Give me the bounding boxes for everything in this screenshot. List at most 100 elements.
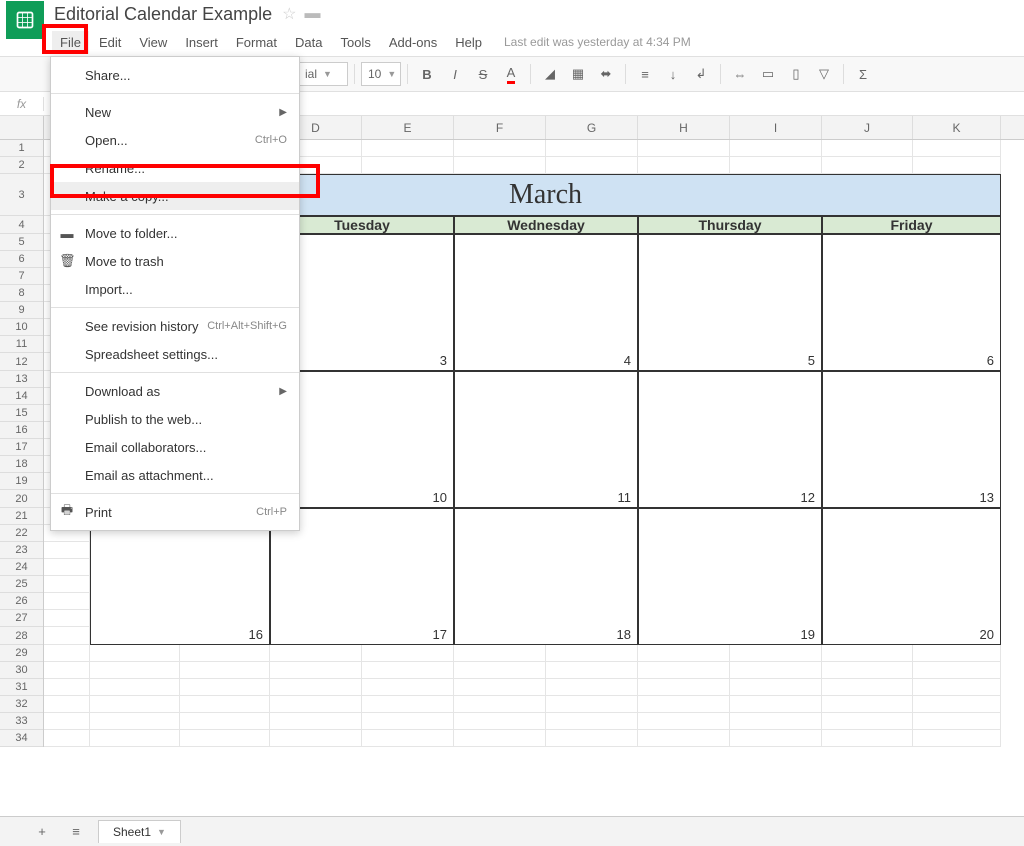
- column-header[interactable]: J: [822, 116, 913, 139]
- file-rename[interactable]: Rename...: [51, 154, 299, 182]
- row-header[interactable]: 17: [0, 439, 43, 456]
- column-header[interactable]: E: [362, 116, 454, 139]
- file-download[interactable]: Download as▶: [51, 377, 299, 405]
- column-header[interactable]: G: [546, 116, 638, 139]
- v-align-button[interactable]: ↓: [660, 61, 686, 87]
- file-publish[interactable]: Publish to the web...: [51, 405, 299, 433]
- row-header[interactable]: 12: [0, 353, 43, 371]
- row-header[interactable]: 4: [0, 216, 43, 234]
- comment-button[interactable]: ▭: [755, 61, 781, 87]
- column-header[interactable]: F: [454, 116, 546, 139]
- row-header[interactable]: 32: [0, 696, 43, 713]
- row-header[interactable]: 33: [0, 713, 43, 730]
- filter-button[interactable]: ▽: [811, 61, 837, 87]
- menu-tools[interactable]: Tools: [332, 31, 378, 54]
- functions-button[interactable]: Σ: [850, 61, 876, 87]
- row-header[interactable]: 8: [0, 285, 43, 302]
- row-header[interactable]: 24: [0, 559, 43, 576]
- calendar-cell[interactable]: 5: [638, 234, 822, 371]
- folder-icon[interactable]: ▬: [304, 5, 320, 23]
- wrap-button[interactable]: ↲: [688, 61, 714, 87]
- row-header[interactable]: 31: [0, 679, 43, 696]
- strike-button[interactable]: S: [470, 61, 496, 87]
- column-header[interactable]: I: [730, 116, 822, 139]
- row-header[interactable]: 19: [0, 473, 43, 490]
- column-header[interactable]: K: [913, 116, 1001, 139]
- row-header[interactable]: 22: [0, 525, 43, 542]
- calendar-cell[interactable]: 6: [822, 234, 1001, 371]
- row-header[interactable]: 1: [0, 140, 43, 157]
- sheet-menu-arrow-icon[interactable]: ▼: [157, 827, 166, 837]
- calendar-cell[interactable]: 20: [822, 508, 1001, 645]
- file-settings[interactable]: Spreadsheet settings...: [51, 340, 299, 368]
- add-sheet-button[interactable]: +: [30, 820, 54, 844]
- menu-help[interactable]: Help: [447, 31, 490, 54]
- row-header[interactable]: 13: [0, 371, 43, 388]
- row-header[interactable]: 25: [0, 576, 43, 593]
- row-header[interactable]: 3: [0, 174, 43, 216]
- calendar-cell[interactable]: 11: [454, 371, 638, 508]
- file-open[interactable]: Open...Ctrl+O: [51, 126, 299, 154]
- file-move-trash[interactable]: 🗑Move to trash: [51, 247, 299, 275]
- calendar-cell[interactable]: 13: [822, 371, 1001, 508]
- select-all-corner[interactable]: [0, 116, 44, 139]
- calendar-cell[interactable]: 4: [454, 234, 638, 371]
- row-header[interactable]: 7: [0, 268, 43, 285]
- row-header[interactable]: 26: [0, 593, 43, 610]
- file-email-collab[interactable]: Email collaborators...: [51, 433, 299, 461]
- menu-file[interactable]: File: [52, 31, 89, 54]
- bold-button[interactable]: B: [414, 61, 440, 87]
- file-share[interactable]: Share...: [51, 61, 299, 89]
- row-header[interactable]: 34: [0, 730, 43, 747]
- text-color-button[interactable]: A: [498, 61, 524, 87]
- menu-view[interactable]: View: [131, 31, 175, 54]
- file-email-attach[interactable]: Email as attachment...: [51, 461, 299, 489]
- borders-button[interactable]: ▦: [565, 61, 591, 87]
- sheets-logo[interactable]: [6, 1, 44, 39]
- row-header[interactable]: 6: [0, 251, 43, 268]
- row-header[interactable]: 30: [0, 662, 43, 679]
- calendar-day-thursday[interactable]: Thursday: [638, 216, 822, 234]
- fill-color-button[interactable]: ◢: [537, 61, 563, 87]
- row-header[interactable]: 27: [0, 610, 43, 627]
- row-header[interactable]: 5: [0, 234, 43, 251]
- menu-edit[interactable]: Edit: [91, 31, 129, 54]
- file-revision-history[interactable]: See revision historyCtrl+Alt+Shift+G: [51, 312, 299, 340]
- menu-insert[interactable]: Insert: [177, 31, 226, 54]
- row-header[interactable]: 9: [0, 302, 43, 319]
- row-header[interactable]: 10: [0, 319, 43, 336]
- menu-format[interactable]: Format: [228, 31, 285, 54]
- row-header[interactable]: 20: [0, 490, 43, 508]
- font-picker[interactable]: ial▼: [298, 62, 348, 86]
- row-header[interactable]: 16: [0, 422, 43, 439]
- row-header[interactable]: 23: [0, 542, 43, 559]
- merge-button[interactable]: ⬌: [593, 61, 619, 87]
- row-header[interactable]: 29: [0, 645, 43, 662]
- last-edit-text[interactable]: Last edit was yesterday at 4:34 PM: [504, 35, 691, 49]
- menu-data[interactable]: Data: [287, 31, 330, 54]
- star-icon[interactable]: ☆: [282, 4, 296, 24]
- calendar-day-friday[interactable]: Friday: [822, 216, 1001, 234]
- calendar-cell[interactable]: 12: [638, 371, 822, 508]
- document-title[interactable]: Editorial Calendar Example: [54, 4, 272, 25]
- row-header[interactable]: 11: [0, 336, 43, 353]
- file-new[interactable]: New▶: [51, 98, 299, 126]
- file-move-folder[interactable]: ▬Move to folder...: [51, 219, 299, 247]
- row-header[interactable]: 14: [0, 388, 43, 405]
- calendar-day-wednesday[interactable]: Wednesday: [454, 216, 638, 234]
- file-import[interactable]: Import...: [51, 275, 299, 303]
- menu-addons[interactable]: Add-ons: [381, 31, 445, 54]
- row-header[interactable]: 21: [0, 508, 43, 525]
- column-header[interactable]: H: [638, 116, 730, 139]
- all-sheets-button[interactable]: ≡: [64, 820, 88, 844]
- font-size-picker[interactable]: 10▼: [361, 62, 401, 86]
- calendar-cell[interactable]: 18: [454, 508, 638, 645]
- row-header[interactable]: 15: [0, 405, 43, 422]
- row-header[interactable]: 18: [0, 456, 43, 473]
- italic-button[interactable]: I: [442, 61, 468, 87]
- link-button[interactable]: ⇔: [727, 61, 753, 87]
- h-align-button[interactable]: ≡: [632, 61, 658, 87]
- sheet-tab[interactable]: Sheet1▼: [98, 820, 181, 843]
- chart-button[interactable]: ▯: [783, 61, 809, 87]
- calendar-cell[interactable]: 19: [638, 508, 822, 645]
